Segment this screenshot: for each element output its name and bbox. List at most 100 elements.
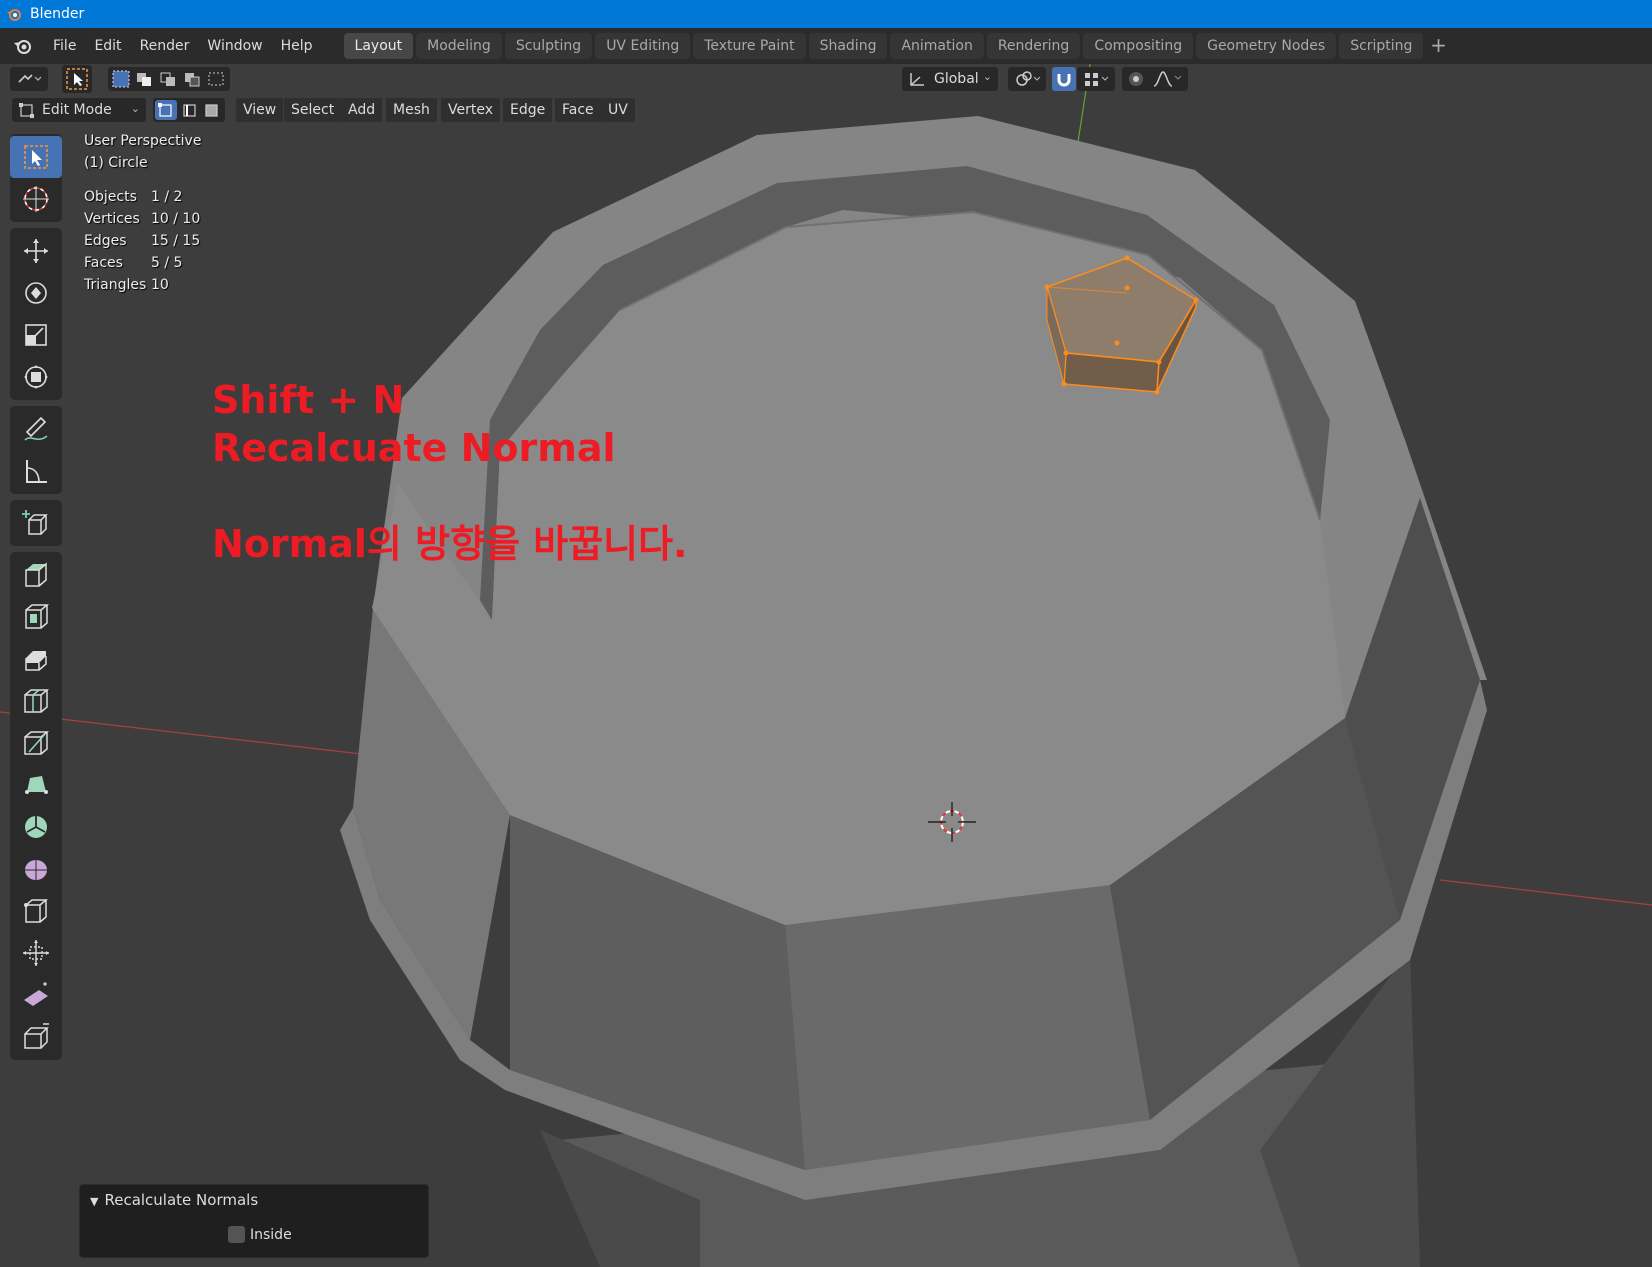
operator-redo-panel: ▼ Recalculate Normals Inside xyxy=(79,1184,429,1258)
tool-group-annotate xyxy=(10,406,62,494)
orientation-label: Global xyxy=(934,71,979,87)
blender-menu-icon[interactable] xyxy=(12,35,34,57)
workspace-tabs: Layout Modeling Sculpting UV Editing Tex… xyxy=(343,32,1451,60)
tab-texture-paint[interactable]: Texture Paint xyxy=(693,33,806,59)
tool-rip-region[interactable] xyxy=(10,1016,62,1058)
viewport-stats-overlay: User Perspective (1) Circle Objects 1 / 2… xyxy=(84,130,201,296)
pivot-point-button[interactable] xyxy=(1008,67,1046,91)
tool-move[interactable] xyxy=(10,230,62,272)
select-mode-icons[interactable] xyxy=(110,69,228,89)
snap-grid-icon xyxy=(1085,73,1109,86)
tab-scripting[interactable]: Scripting xyxy=(1339,33,1424,59)
3d-viewport[interactable]: Global ⌄ Edit Mode ⌄ View Select Add Mes… xyxy=(0,64,1652,1267)
menu-file[interactable]: File xyxy=(44,33,85,59)
editor-type-button[interactable] xyxy=(10,67,48,91)
menu-help[interactable]: Help xyxy=(272,33,322,59)
header-menu-edge[interactable]: Edge xyxy=(503,98,553,122)
header-menu-select[interactable]: Select xyxy=(284,98,342,122)
header-menu-view[interactable]: View xyxy=(236,98,284,122)
tool-smooth[interactable] xyxy=(10,848,62,890)
tab-layout[interactable]: Layout xyxy=(343,33,414,59)
stat-value: 10 xyxy=(151,277,169,293)
tab-compositing[interactable]: Compositing xyxy=(1083,33,1194,59)
tool-cursor[interactable] xyxy=(10,178,62,220)
tool-group-mesh xyxy=(10,552,62,1060)
tool-group-select xyxy=(10,134,62,222)
stat-label: Triangles xyxy=(84,277,147,293)
rip-region-icon xyxy=(24,1023,49,1049)
annotation-description: Normal의 방향을 바꿉니다. xyxy=(212,522,688,566)
tool-loop-cut[interactable] xyxy=(10,680,62,722)
add-workspace-button[interactable]: + xyxy=(1426,33,1450,59)
proportional-editing-icon xyxy=(1129,71,1182,87)
tab-shading[interactable]: Shading xyxy=(808,33,888,59)
collapse-triangle-icon: ▼ xyxy=(90,1195,99,1208)
tab-geometry-nodes[interactable]: Geometry Nodes xyxy=(1196,33,1337,59)
annotation-shortcut: Shift + N xyxy=(212,378,405,422)
tab-uv-editing[interactable]: UV Editing xyxy=(595,33,691,59)
tool-shear[interactable] xyxy=(10,974,62,1016)
mesh-select-mode-group xyxy=(153,98,225,122)
tool-select-box[interactable] xyxy=(10,136,62,178)
stat-label: Edges xyxy=(84,233,127,249)
select-box-icon xyxy=(24,145,48,169)
bevel-icon xyxy=(25,651,47,671)
poly-build-icon xyxy=(25,776,48,794)
stat-row: Faces 5 / 5 xyxy=(84,252,201,274)
tool-transform[interactable] xyxy=(10,356,62,398)
proportional-editing-group[interactable] xyxy=(1122,67,1188,91)
knife-icon xyxy=(24,731,50,755)
tool-edge-slide[interactable] xyxy=(10,890,62,932)
shrink-fatten-icon xyxy=(23,940,49,966)
tab-rendering[interactable]: Rendering xyxy=(986,33,1081,59)
header-menu-add[interactable]: Add xyxy=(341,98,383,122)
tool-scale[interactable] xyxy=(10,314,62,356)
header-menu-face[interactable]: Face xyxy=(555,98,601,122)
stat-label: Vertices xyxy=(84,211,140,227)
snap-toggle[interactable] xyxy=(1052,67,1076,91)
tab-animation[interactable]: Animation xyxy=(890,33,984,59)
transform-orientation-select[interactable]: Global ⌄ xyxy=(902,67,998,91)
orientation-icon xyxy=(910,73,924,86)
stat-value: 5 / 5 xyxy=(151,255,183,271)
tool-extrude-region[interactable] xyxy=(10,554,62,596)
tool-shelf xyxy=(10,134,62,1066)
spin-icon xyxy=(25,816,47,838)
tool-poly-build[interactable] xyxy=(10,764,62,806)
scale-icon xyxy=(25,324,47,346)
tool-knife[interactable] xyxy=(10,722,62,764)
tool-measure[interactable] xyxy=(10,450,62,492)
active-object-label: (1) Circle xyxy=(84,155,148,171)
chevron-down-icon: ⌄ xyxy=(982,70,992,83)
cursor-icon xyxy=(23,186,49,212)
tool-spin[interactable] xyxy=(10,806,62,848)
header-menu-vertex[interactable]: Vertex xyxy=(441,98,501,122)
top-menubar: File Edit Render Window Help Layout Mode… xyxy=(0,28,1652,64)
tool-inset-faces[interactable] xyxy=(10,596,62,638)
inset-faces-icon xyxy=(25,604,50,629)
inside-checkbox[interactable]: Inside xyxy=(228,1226,292,1243)
tool-add-cube[interactable] xyxy=(10,502,62,544)
menu-edit[interactable]: Edit xyxy=(85,33,130,59)
tool-shrink-fatten[interactable] xyxy=(10,932,62,974)
menu-render[interactable]: Render xyxy=(131,33,199,59)
tab-modeling[interactable]: Modeling xyxy=(416,33,502,59)
viewport-header: Global ⌄ xyxy=(0,64,1652,94)
tool-rotate[interactable] xyxy=(10,272,62,314)
stat-row: Vertices 10 / 10 xyxy=(84,208,201,230)
stat-value: 1 / 2 xyxy=(151,189,183,205)
stat-row: Triangles 10 xyxy=(84,274,201,296)
blender-logo-icon xyxy=(7,9,21,21)
header-menu-uv[interactable]: UV xyxy=(601,98,635,122)
tool-bevel[interactable] xyxy=(10,638,62,680)
move-icon xyxy=(24,239,48,263)
tab-sculpting[interactable]: Sculpting xyxy=(504,33,593,59)
snap-target-button[interactable] xyxy=(1077,67,1115,91)
mode-select[interactable]: Edit Mode ⌄ xyxy=(12,98,146,122)
header-menu-mesh[interactable]: Mesh xyxy=(386,98,437,122)
tool-settings-button[interactable] xyxy=(62,65,92,93)
operator-panel-header[interactable]: ▼ Recalculate Normals xyxy=(90,1191,258,1209)
menu-window[interactable]: Window xyxy=(198,33,271,59)
mesh-select-mode-icons[interactable] xyxy=(154,100,224,120)
tool-annotate[interactable] xyxy=(10,408,62,450)
